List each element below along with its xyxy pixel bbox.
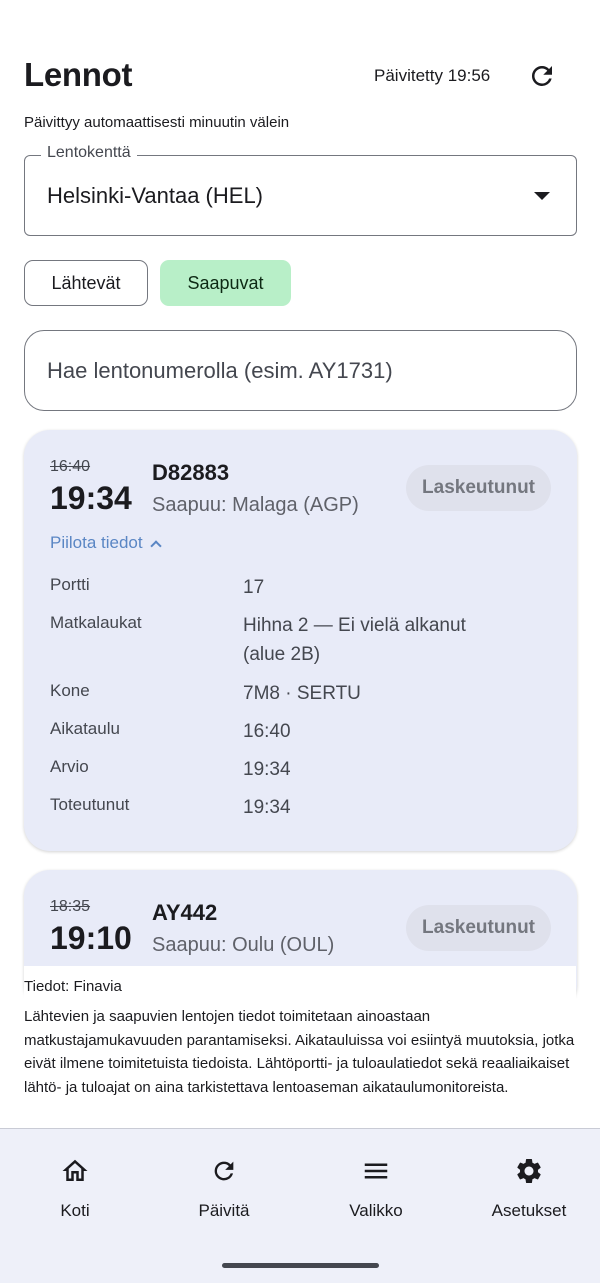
scheduled-time: 16:40 xyxy=(50,458,91,475)
detail-row-estimate: Arvio 19:34 xyxy=(50,757,550,795)
flight-number: D82883 xyxy=(152,460,230,485)
detail-value: 16:40 xyxy=(243,721,291,742)
data-source-footer: Tiedot: Finavia Lähtevien ja saapuvien l… xyxy=(24,966,576,1099)
nav-menu[interactable]: Valikko xyxy=(301,1129,451,1247)
auto-update-note: Päivittyy automaattisesti minuutin välei… xyxy=(24,114,290,131)
detail-value: 17 xyxy=(243,577,265,598)
bottom-navigation: Koti Päivitä Valikko Asetukset xyxy=(0,1128,600,1246)
flight-search-input[interactable]: Hae lentonumerolla (esim. AY1731) xyxy=(24,330,577,411)
menu-icon xyxy=(361,1156,391,1186)
nav-menu-label: Valikko xyxy=(349,1201,403,1220)
detail-row-aircraft: Kone 7M8 · SERTU xyxy=(50,681,550,719)
last-updated-text: Päivitetty 19:56 xyxy=(374,66,491,85)
flight-origin: Saapuu: Oulu (OUL) xyxy=(152,934,335,956)
nav-settings[interactable]: Asetukset xyxy=(454,1129,600,1247)
page-title: Lennot xyxy=(24,56,133,93)
estimated-time: 19:10 xyxy=(50,920,132,956)
detail-value: Hihna 2 — Ei vielä alkanut (alue 2B) xyxy=(243,615,466,665)
detail-row-gate: Portti 17 xyxy=(50,575,550,613)
dropdown-arrow-icon xyxy=(534,192,550,200)
gear-icon xyxy=(514,1156,544,1186)
refresh-icon xyxy=(531,65,552,86)
flight-card[interactable]: 16:40 19:34 D82883 Saapuu: Malaga (AGP) … xyxy=(24,430,577,851)
detail-row-baggage: Matkalaukat Hihna 2 — Ei vielä alkanut (… xyxy=(50,613,550,681)
detail-label: Portti xyxy=(50,575,90,594)
nav-refresh[interactable]: Päivitä xyxy=(149,1129,299,1247)
airport-select-value: Helsinki-Vantaa (HEL) xyxy=(47,183,264,208)
nav-home-label: Koti xyxy=(60,1201,90,1220)
detail-label: Kone xyxy=(50,681,90,700)
airport-select[interactable]: Lentokenttä Helsinki-Vantaa (HEL) xyxy=(24,144,577,236)
hide-details-toggle[interactable]: Piilota tiedot xyxy=(50,533,162,553)
nav-refresh-label: Päivitä xyxy=(198,1201,250,1220)
detail-row-actual: Toteutunut 19:34 xyxy=(50,795,550,833)
app-header: Lennot Päivitetty 19:56 xyxy=(0,0,600,110)
nav-settings-label: Asetukset xyxy=(491,1201,567,1220)
flight-details: Portti 17 Matkalaukat Hihna 2 — Ei vielä… xyxy=(50,575,550,833)
estimated-time: 19:34 xyxy=(50,480,132,516)
hide-details-label: Piilota tiedot xyxy=(50,533,143,552)
flight-search-placeholder: Hae lentonumerolla (esim. AY1731) xyxy=(47,358,393,383)
detail-label: Matkalaukat xyxy=(50,613,142,632)
refresh-icon xyxy=(209,1156,239,1186)
disclaimer-text: Lähtevien ja saapuvien lentojen tiedot t… xyxy=(24,1008,575,1096)
detail-label: Arvio xyxy=(50,757,89,776)
home-icon xyxy=(60,1156,90,1186)
scheduled-time: 18:35 xyxy=(50,898,91,915)
gesture-handle[interactable] xyxy=(222,1263,379,1268)
tab-departures[interactable]: Lähtevät xyxy=(24,260,148,306)
detail-label: Aikataulu xyxy=(50,719,120,738)
detail-label: Toteutunut xyxy=(50,795,130,814)
tab-arrivals[interactable]: Saapuvat xyxy=(160,260,291,306)
data-source: Tiedot: Finavia xyxy=(24,978,122,995)
refresh-button[interactable] xyxy=(524,58,560,94)
flight-number: AY442 xyxy=(152,900,218,925)
airport-select-label: Lentokenttä xyxy=(41,144,137,162)
detail-value: 7M8 · SERTU xyxy=(243,683,361,704)
flight-origin: Saapuu: Malaga (AGP) xyxy=(152,494,359,516)
gesture-navigation-bar xyxy=(0,1246,600,1283)
detail-row-schedule: Aikataulu 16:40 xyxy=(50,719,550,757)
status-badge: Laskeutunut xyxy=(406,905,551,951)
detail-value: 19:34 xyxy=(243,797,291,818)
detail-value: 19:34 xyxy=(243,759,291,780)
nav-home[interactable]: Koti xyxy=(0,1129,150,1247)
chevron-up-icon xyxy=(149,539,162,552)
status-badge: Laskeutunut xyxy=(406,465,551,511)
